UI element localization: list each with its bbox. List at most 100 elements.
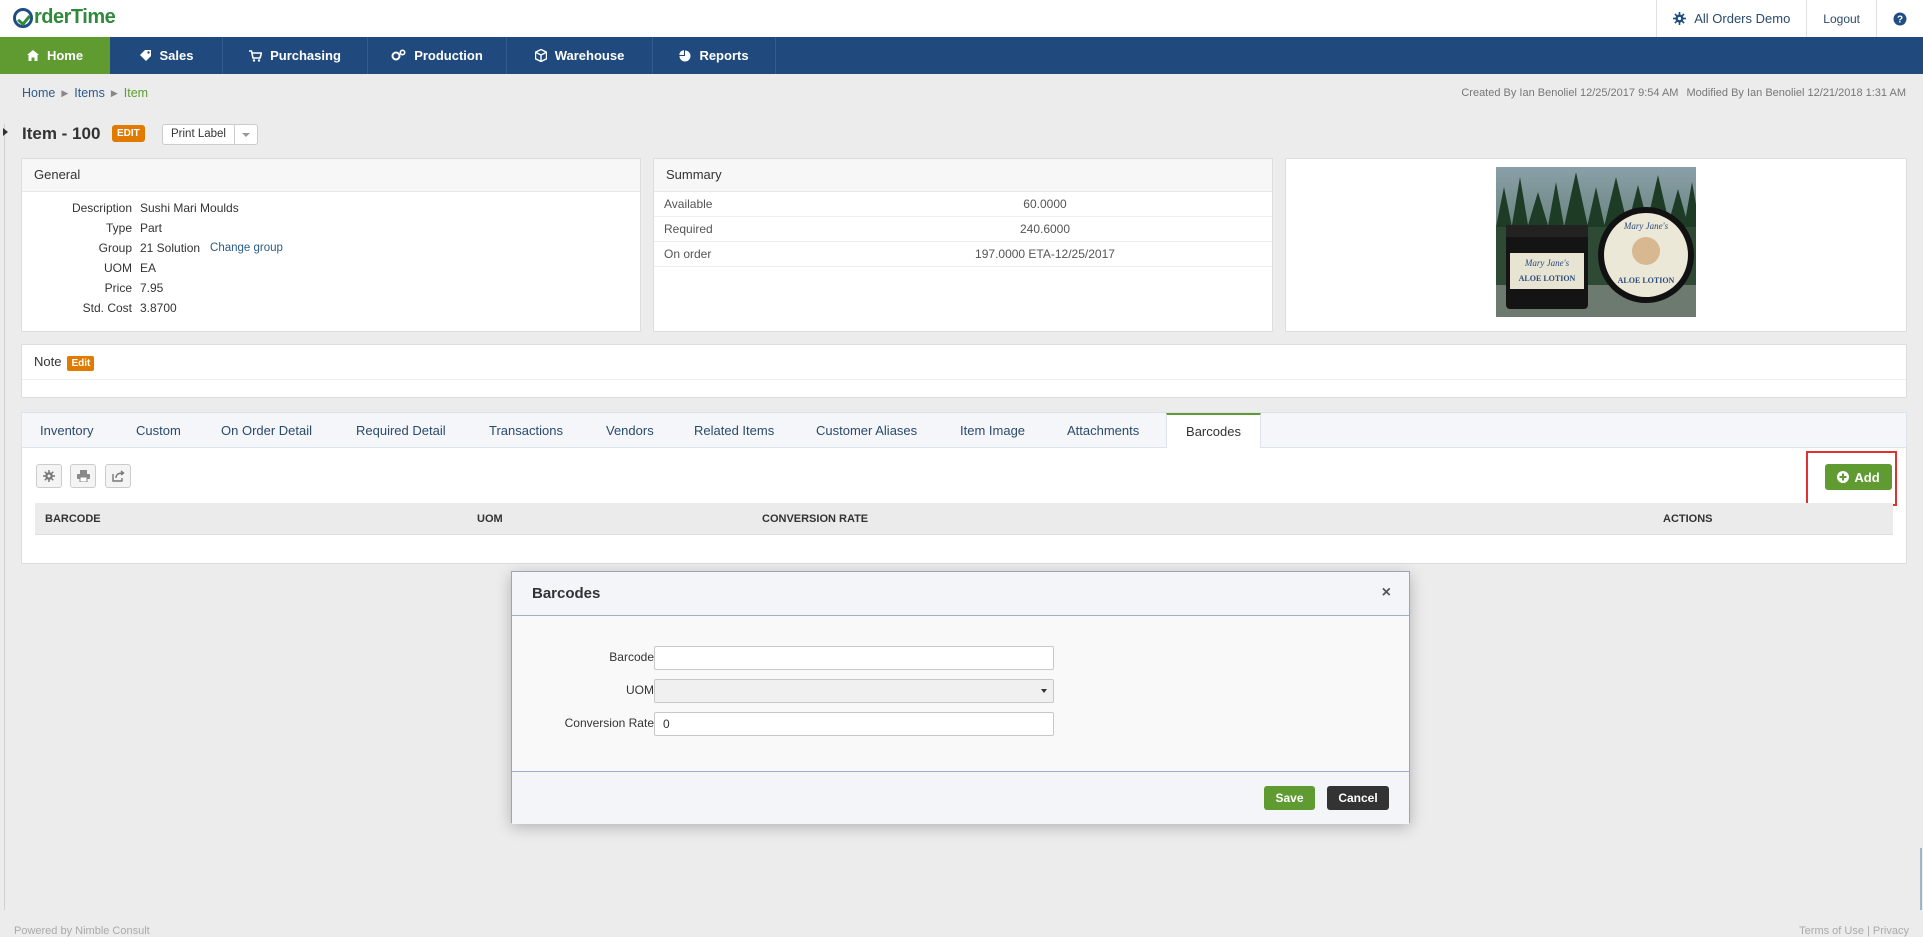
tab-customer-aliases[interactable]: Customer Aliases	[816, 413, 917, 448]
gear-icon	[43, 470, 55, 482]
print-label-text: Print Label	[171, 128, 226, 140]
column-actions: ACTIONS	[1663, 513, 1713, 525]
breadcrumb: Home ▶ Items ▶ Item	[22, 86, 148, 100]
left-divider	[4, 124, 5, 910]
gears-icon	[391, 49, 406, 61]
main-nav: Home Sales Purchasing Production Warehou…	[0, 37, 1923, 74]
save-button[interactable]: Save	[1264, 786, 1315, 810]
dialog-header: Barcodes ×	[512, 572, 1409, 616]
uom-row: UOM EA	[104, 261, 157, 275]
pie-chart-icon	[679, 49, 691, 61]
summary-heading: Summary	[654, 159, 1272, 192]
print-button[interactable]	[70, 464, 96, 488]
page-title: Item - 100	[22, 124, 101, 143]
dropdown-arrow-icon	[1041, 689, 1047, 693]
svg-text:?: ?	[1897, 14, 1903, 25]
edit-item-button[interactable]: EDIT	[112, 125, 145, 142]
barcode-label: Barcode	[609, 650, 654, 664]
footer-credit[interactable]: Powered by Nimble Consult	[14, 925, 150, 937]
general-panel: General Description Sushi Mari Moulds Typ…	[21, 158, 641, 332]
nav-warehouse[interactable]: Warehouse	[507, 37, 653, 74]
nav-home[interactable]: Home	[0, 37, 110, 74]
price-row: Price 7.95	[104, 281, 164, 295]
cube-icon	[534, 49, 547, 62]
barcodes-dialog: Barcodes × Barcode UOM Conversion Rate S…	[511, 571, 1410, 824]
tab-required-detail[interactable]: Required Detail	[356, 413, 446, 448]
add-barcode-button[interactable]: Add	[1825, 464, 1892, 490]
footer-links[interactable]: Terms of Use | Privacy	[1799, 925, 1909, 937]
dialog-footer: Save Cancel	[512, 772, 1409, 824]
gear-icon	[1673, 12, 1687, 25]
help-icon: ?	[1893, 12, 1907, 25]
audit-info: Created By Ian Benoliel 12/25/2017 9:54 …	[1461, 87, 1906, 99]
general-heading: General	[22, 159, 640, 192]
sidebar-toggle-icon[interactable]	[3, 128, 8, 136]
barcodes-table-header: BARCODE UOM CONVERSION RATE ACTIONS	[35, 503, 1893, 535]
summary-panel: Summary Available 60.0000 Required 240.600…	[653, 158, 1273, 332]
svg-text:ALOE LOTION: ALOE LOTION	[1519, 274, 1576, 283]
barcode-input[interactable]	[654, 646, 1054, 670]
breadcrumb-separator-icon: ▶	[110, 87, 118, 98]
plus-circle-icon	[1837, 471, 1850, 483]
change-group-link[interactable]: Change group	[210, 242, 283, 254]
cart-icon	[249, 49, 263, 62]
dialog-body: Barcode UOM Conversion Rate	[512, 616, 1409, 772]
nav-reports[interactable]: Reports	[653, 37, 776, 74]
std-cost-row: Std. Cost 3.8700	[82, 301, 177, 315]
edit-note-button[interactable]: Edit	[67, 356, 95, 371]
breadcrumb-home[interactable]: Home	[22, 86, 55, 100]
company-name: All Orders Demo	[1694, 11, 1791, 26]
tab-transactions[interactable]: Transactions	[489, 413, 563, 448]
tab-item-image[interactable]: Item Image	[960, 413, 1025, 448]
created-by: Created By Ian Benoliel 12/25/2017 9:54 …	[1461, 87, 1679, 99]
company-menu[interactable]: All Orders Demo	[1656, 0, 1806, 37]
dialog-title: Barcodes	[532, 585, 601, 602]
logo-mark-icon	[13, 7, 33, 28]
help-button[interactable]: ?	[1876, 0, 1923, 37]
cancel-button[interactable]: Cancel	[1327, 786, 1389, 810]
nav-production[interactable]: Production	[368, 37, 507, 74]
conversion-rate-input[interactable]	[654, 712, 1054, 736]
tab-on-order-detail[interactable]: On Order Detail	[221, 413, 312, 448]
scrollbar-track[interactable]	[1920, 848, 1922, 910]
export-button[interactable]	[105, 464, 131, 488]
top-bar: rderTime All Orders Demo Logout ?	[0, 0, 1923, 38]
print-label-button[interactable]: Print Label	[162, 124, 258, 145]
tab-related-items[interactable]: Related Items	[694, 413, 774, 448]
tag-icon	[139, 50, 151, 61]
uom-select[interactable]	[654, 679, 1054, 703]
conversion-rate-label: Conversion Rate	[564, 716, 654, 730]
print-label-dropdown[interactable]	[233, 125, 257, 144]
column-uom[interactable]: UOM	[477, 503, 503, 535]
svg-text:Mary Jane's: Mary Jane's	[1524, 258, 1570, 268]
item-tabs: Inventory Custom On Order Detail Require…	[21, 412, 1907, 449]
tab-vendors[interactable]: Vendors	[606, 413, 654, 448]
column-conversion-rate[interactable]: CONVERSION RATE	[762, 503, 868, 535]
column-barcode[interactable]: BARCODE	[45, 503, 101, 535]
modified-by: Modified By Ian Benoliel 12/21/2018 1:31…	[1686, 87, 1906, 99]
breadcrumb-item: Item	[123, 86, 149, 100]
tab-attachments[interactable]: Attachments	[1067, 413, 1139, 448]
breadcrumb-items[interactable]: Items	[74, 86, 105, 100]
image-panel: Mary Jane's ALOE LOTION Mary Jane's ALOE…	[1285, 158, 1907, 332]
description-row: Description Sushi Mari Moulds	[71, 201, 239, 215]
note-panel: Note Edit	[21, 344, 1907, 398]
ordertime-logo[interactable]: rderTime	[13, 6, 116, 29]
type-row: Type Part	[105, 221, 163, 235]
settings-button[interactable]	[36, 464, 62, 488]
on-order-row: On order 197.0000 ETA-12/25/2017	[654, 242, 1272, 267]
nav-sales[interactable]: Sales	[110, 37, 223, 74]
share-icon	[111, 470, 125, 482]
nav-purchasing[interactable]: Purchasing	[223, 37, 368, 74]
tab-barcodes[interactable]: Barcodes	[1166, 413, 1261, 449]
close-icon[interactable]: ×	[1382, 585, 1391, 601]
tab-custom[interactable]: Custom	[136, 413, 181, 448]
logout-link[interactable]: Logout	[1806, 0, 1876, 37]
tab-inventory[interactable]: Inventory	[40, 413, 93, 448]
required-row: Required 240.6000	[654, 217, 1272, 242]
product-image[interactable]: Mary Jane's ALOE LOTION Mary Jane's ALOE…	[1496, 167, 1696, 317]
available-row: Available 60.0000	[654, 192, 1272, 217]
breadcrumb-separator-icon: ▶	[61, 87, 69, 98]
home-icon	[26, 50, 39, 61]
svg-text:Mary Jane's: Mary Jane's	[1623, 221, 1669, 231]
